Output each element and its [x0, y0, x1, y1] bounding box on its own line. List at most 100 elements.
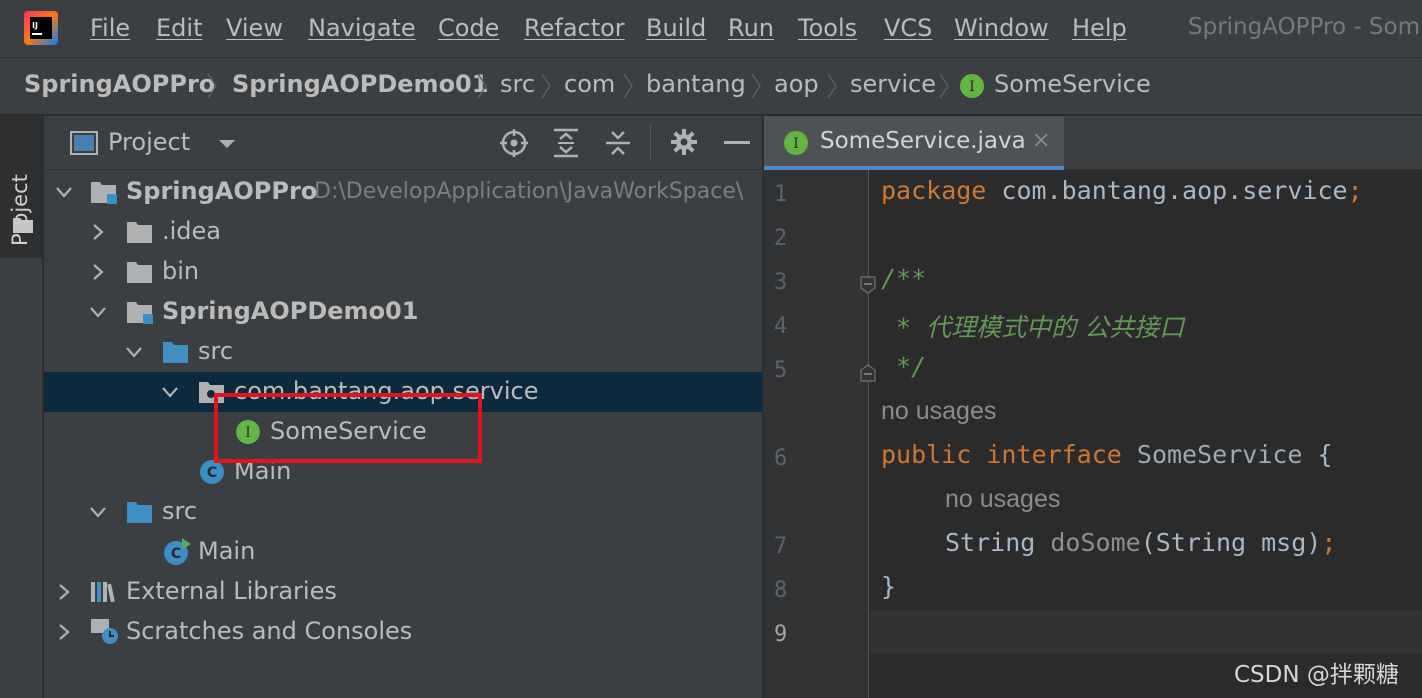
menu-navigate[interactable]: Navigate — [308, 14, 416, 42]
usage-hint[interactable]: no usages — [881, 397, 996, 426]
code-semicolon: ; — [1321, 528, 1337, 557]
menu-run[interactable]: Run — [728, 14, 774, 42]
breadcrumb-com[interactable]: com — [564, 70, 615, 98]
code-line-4: * 代理模式中的 公共接口 — [881, 308, 1184, 344]
menu-file[interactable]: File — [90, 14, 130, 42]
fold-expand-icon[interactable] — [860, 364, 876, 382]
breadcrumb-src[interactable]: src — [500, 70, 535, 98]
chevron-right-icon[interactable] — [54, 622, 74, 642]
menu-help[interactable]: Help — [1072, 14, 1127, 42]
tree-label: External Libraries — [126, 577, 337, 605]
breadcrumb-module[interactable]: SpringAOPDemo01 — [232, 70, 488, 98]
code-editor[interactable]: I SomeService.java × 1 2 3 4 5 6 7 8 9 p… — [763, 116, 1422, 698]
tree-row-scratches[interactable]: Scratches and Consoles — [44, 612, 762, 652]
breadcrumb-someservice[interactable]: SomeService — [994, 70, 1151, 98]
menu-edit[interactable]: Edit — [156, 14, 202, 42]
tree-row-idea[interactable]: .idea — [44, 212, 762, 252]
code-comment-star: * — [881, 313, 927, 342]
chevron-down-icon[interactable] — [88, 502, 108, 522]
breadcrumb-separator — [827, 73, 837, 99]
close-icon[interactable]: × — [1032, 128, 1050, 153]
line-number: 5 — [774, 358, 788, 383]
menu-code[interactable]: Code — [438, 14, 499, 42]
editor-tab-bar: I SomeService.java × — [764, 116, 1422, 170]
breadcrumb-project[interactable]: SpringAOPPro — [24, 70, 215, 98]
expand-all-icon[interactable] — [552, 128, 580, 158]
tree-row-bin[interactable]: bin — [44, 252, 762, 292]
project-view-icon — [70, 131, 98, 155]
chevron-right-icon[interactable] — [54, 582, 74, 602]
code-line-1: package com.bantang.aop.service; — [881, 176, 1363, 205]
tree-row-external-libraries[interactable]: External Libraries — [44, 572, 762, 612]
chevron-down-icon[interactable] — [218, 138, 236, 150]
chevron-right-icon[interactable] — [88, 222, 108, 242]
module-folder-icon — [91, 182, 117, 204]
code-line-7: String doSome(String msg); — [945, 528, 1336, 557]
tree-row-main-runnable[interactable]: C Main — [44, 532, 762, 572]
line-number: 9 — [774, 622, 788, 647]
svg-text:I: I — [793, 136, 799, 152]
code-params: (String msg) — [1140, 528, 1322, 557]
breadcrumb-bantang[interactable]: bantang — [646, 70, 746, 98]
line-number: 3 — [774, 270, 788, 295]
menu-build[interactable]: Build — [646, 14, 706, 42]
chevron-down-icon[interactable] — [54, 182, 74, 202]
project-tool-label: Project — [8, 174, 32, 246]
breadcrumb-aop[interactable]: aop — [774, 70, 819, 98]
line-number-gutter: 1 2 3 4 5 6 7 8 9 — [764, 170, 876, 698]
interface-icon: I — [784, 131, 808, 155]
editor-tab-someservice[interactable]: I SomeService.java × — [764, 116, 1064, 170]
hide-icon[interactable] — [724, 141, 750, 145]
package-icon — [199, 382, 224, 403]
line-number: 7 — [774, 534, 788, 559]
code-keyword: interface — [986, 440, 1122, 469]
svg-text:C: C — [207, 465, 217, 481]
menu-refactor[interactable]: Refactor — [524, 14, 625, 42]
menu-bar: IJ File Edit View Navigate Code Refactor… — [0, 0, 1422, 58]
usage-hint[interactable]: no usages — [945, 485, 1060, 514]
code-package-name: com.bantang.aop.service — [986, 176, 1348, 205]
project-tool-tab[interactable]: Project — [0, 116, 43, 258]
code-type: String — [945, 528, 1036, 557]
project-panel-title[interactable]: Project — [108, 128, 190, 156]
breadcrumb-separator — [751, 73, 761, 99]
svg-text:C: C — [171, 546, 181, 562]
menu-view[interactable]: View — [226, 14, 283, 42]
collapse-all-icon[interactable] — [604, 128, 632, 158]
folder-icon — [127, 222, 152, 243]
tree-row-package[interactable]: com.bantang.aop.service — [44, 372, 762, 412]
intellij-logo-icon[interactable]: IJ — [24, 11, 58, 45]
settings-gear-icon[interactable] — [670, 128, 698, 156]
chevron-down-icon[interactable] — [124, 342, 144, 362]
tree-label: Main — [198, 537, 256, 565]
menu-vcs[interactable]: VCS — [884, 14, 932, 42]
project-panel-header: Project — [44, 116, 762, 170]
watermark-text: CSDN @拌颗糖 — [1234, 662, 1399, 688]
tree-row-src-2[interactable]: src — [44, 492, 762, 532]
tree-label: SpringAOPDemo01 — [162, 297, 419, 325]
breadcrumb-separator — [541, 73, 551, 99]
breadcrumb-separator — [623, 73, 633, 99]
code-line-6: public interface SomeService { — [881, 440, 1333, 469]
locate-icon[interactable] — [499, 128, 529, 158]
tree-row-src[interactable]: src — [44, 332, 762, 372]
module-folder-icon — [127, 302, 153, 324]
menu-tools[interactable]: Tools — [798, 14, 857, 42]
breadcrumb-service[interactable]: service — [850, 70, 936, 98]
runnable-class-icon: C — [164, 538, 191, 565]
tree-row-project-root[interactable]: SpringAOPPro D:\DevelopApplication\JavaW… — [44, 172, 762, 212]
chevron-down-icon[interactable] — [88, 302, 108, 322]
tree-row-module[interactable]: SpringAOPDemo01 — [44, 292, 762, 332]
tree-label: SomeService — [270, 417, 427, 445]
tree-label: com.bantang.aop.service — [234, 377, 539, 405]
code-comment-text: 代理模式中的 公共接口 — [926, 313, 1185, 342]
chevron-down-icon[interactable] — [160, 382, 180, 402]
tool-window-strip: Project — [0, 116, 43, 698]
libraries-icon — [91, 582, 115, 603]
menu-window[interactable]: Window — [954, 14, 1049, 42]
fold-collapse-icon[interactable] — [860, 276, 876, 294]
tree-row-someservice[interactable]: I SomeService — [44, 412, 762, 452]
tree-row-main-class[interactable]: C Main — [44, 452, 762, 492]
code-line-8: } — [881, 572, 897, 601]
chevron-right-icon[interactable] — [88, 262, 108, 282]
